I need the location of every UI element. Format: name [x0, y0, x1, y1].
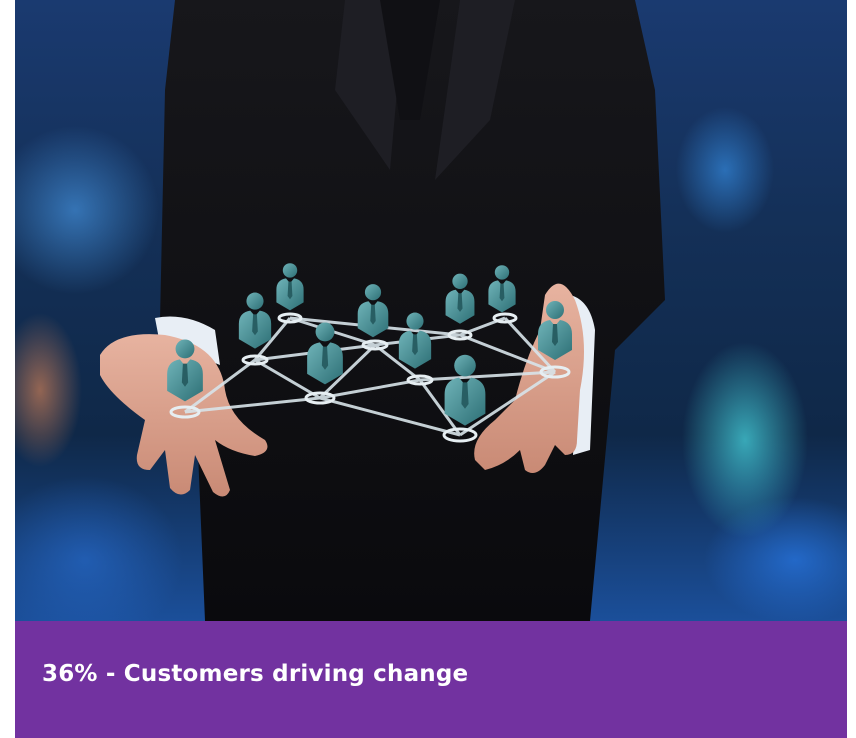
caption-text: 36% - Customers driving change	[42, 661, 469, 687]
businessman-network-image	[15, 0, 847, 621]
caption-banner: 36% - Customers driving change	[15, 621, 847, 738]
stat-card[interactable]: 36% - Customers driving change	[15, 0, 847, 738]
